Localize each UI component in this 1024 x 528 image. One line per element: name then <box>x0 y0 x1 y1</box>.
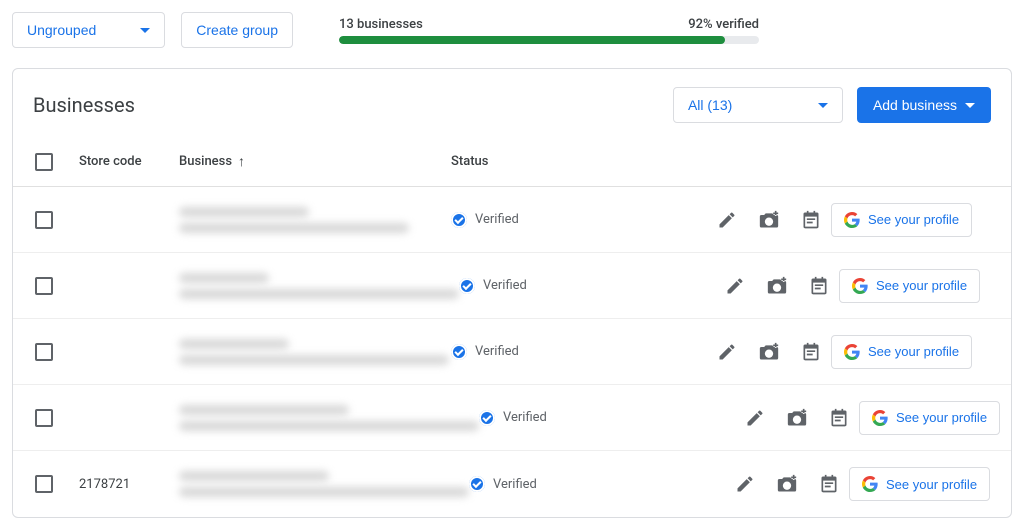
progress-count: 13 businesses <box>339 17 423 32</box>
see-profile-label: See your profile <box>876 278 967 293</box>
edit-icon[interactable] <box>735 474 755 494</box>
add-business-button[interactable]: Add business <box>857 87 991 123</box>
add-post-icon[interactable] <box>801 342 821 362</box>
sort-ascending-icon <box>238 153 245 170</box>
filter-dropdown[interactable]: All (13) <box>673 87 843 123</box>
progress-fill <box>339 36 725 44</box>
add-post-icon[interactable] <box>801 210 821 230</box>
row-checkbox[interactable] <box>35 343 53 361</box>
business-name-redacted <box>179 273 459 299</box>
create-group-button[interactable]: Create group <box>181 12 293 48</box>
card-title: Businesses <box>33 93 673 117</box>
store-code: 2178721 <box>79 477 179 492</box>
verified-badge-icon <box>459 278 475 294</box>
add-post-icon[interactable] <box>819 474 839 494</box>
progress-verified: 92% verified <box>688 17 759 32</box>
edit-icon[interactable] <box>745 408 765 428</box>
status-cell: Verified <box>459 278 639 294</box>
see-profile-button[interactable]: See your profile <box>839 269 980 303</box>
status-cell: Verified <box>451 344 631 360</box>
row-checkbox[interactable] <box>35 475 53 493</box>
add-photo-icon[interactable] <box>777 474 797 494</box>
see-profile-button[interactable]: See your profile <box>831 335 972 369</box>
see-profile-label: See your profile <box>868 344 959 359</box>
business-name-redacted <box>179 207 451 233</box>
verified-badge-icon <box>451 344 467 360</box>
table-row: Verified See your profile <box>13 187 1011 253</box>
business-name-redacted <box>179 405 479 431</box>
edit-icon[interactable] <box>725 276 745 296</box>
verified-badge-icon <box>479 410 495 426</box>
businesses-card: Businesses All (13) Add business Store c… <box>12 68 1012 518</box>
row-checkbox[interactable] <box>35 409 53 427</box>
status-cell: Verified <box>479 410 659 426</box>
google-logo-icon <box>862 476 878 492</box>
add-photo-icon[interactable] <box>759 342 779 362</box>
group-dropdown[interactable]: Ungrouped <box>12 12 165 48</box>
column-status[interactable]: Status <box>451 154 631 169</box>
table-row: Verified See your profile <box>13 385 1011 451</box>
google-logo-icon <box>844 212 860 228</box>
see-profile-button[interactable]: See your profile <box>859 401 1000 435</box>
verification-progress: 13 businesses 92% verified <box>339 17 759 44</box>
see-profile-label: See your profile <box>868 212 959 227</box>
add-photo-icon[interactable] <box>767 276 787 296</box>
column-business[interactable]: Business <box>179 153 451 170</box>
table-row: Verified See your profile <box>13 253 1011 319</box>
business-name-redacted <box>179 339 451 365</box>
edit-icon[interactable] <box>717 210 737 230</box>
see-profile-label: See your profile <box>896 410 987 425</box>
add-photo-icon[interactable] <box>759 210 779 230</box>
status-label: Verified <box>475 344 519 359</box>
verified-badge-icon <box>469 476 485 492</box>
table-header: Store code Business Status <box>13 137 1011 187</box>
business-name-redacted <box>179 471 469 497</box>
status-cell: Verified <box>469 476 649 492</box>
row-checkbox[interactable] <box>35 211 53 229</box>
table-row: 2178721 Verified <box>13 451 1011 517</box>
row-checkbox[interactable] <box>35 277 53 295</box>
status-label: Verified <box>493 477 537 492</box>
table-row: Verified See your profile <box>13 319 1011 385</box>
status-label: Verified <box>475 212 519 227</box>
chevron-down-icon <box>140 28 150 33</box>
status-label: Verified <box>483 278 527 293</box>
add-post-icon[interactable] <box>809 276 829 296</box>
verified-badge-icon <box>451 212 467 228</box>
see-profile-button[interactable]: See your profile <box>831 203 972 237</box>
add-photo-icon[interactable] <box>787 408 807 428</box>
edit-icon[interactable] <box>717 342 737 362</box>
chevron-down-icon <box>965 103 975 108</box>
google-logo-icon <box>872 410 888 426</box>
google-logo-icon <box>844 344 860 360</box>
see-profile-button[interactable]: See your profile <box>849 467 990 501</box>
progress-bar <box>339 36 759 44</box>
status-label: Verified <box>503 410 547 425</box>
status-cell: Verified <box>451 212 631 228</box>
add-post-icon[interactable] <box>829 408 849 428</box>
group-dropdown-label: Ungrouped <box>27 22 96 38</box>
see-profile-label: See your profile <box>886 477 977 492</box>
column-store-code[interactable]: Store code <box>79 154 179 169</box>
google-logo-icon <box>852 278 868 294</box>
select-all-checkbox[interactable] <box>35 153 53 171</box>
chevron-down-icon <box>818 103 828 108</box>
